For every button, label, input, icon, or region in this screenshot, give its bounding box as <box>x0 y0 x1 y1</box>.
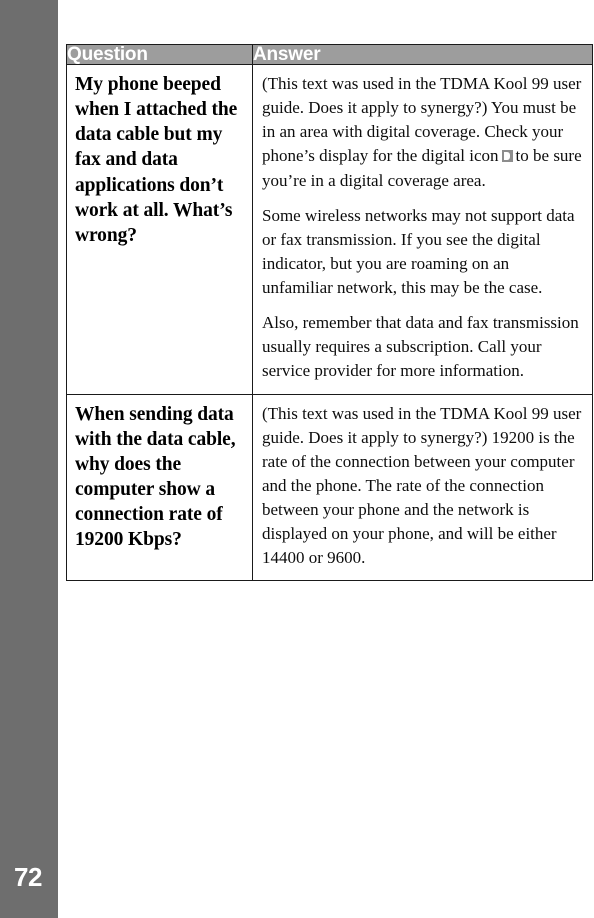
answer-cell: (This text was used in the TDMA Kool 99 … <box>252 64 593 395</box>
answer-paragraph: (This text was used in the TDMA Kool 99 … <box>262 72 582 193</box>
column-header-question: Question <box>66 44 253 65</box>
faq-table: Question Answer My phone beeped when I a… <box>66 44 593 582</box>
table-body: My phone beeped when I attached the data… <box>66 64 593 582</box>
column-header-answer: Answer <box>252 44 593 65</box>
question-cell: My phone beeped when I attached the data… <box>66 64 253 395</box>
question-cell: When sending data with the data cable, w… <box>66 393 253 582</box>
table-header: Question Answer <box>66 44 593 65</box>
answer-paragraph: Some wireless networks may not support d… <box>262 205 575 297</box>
page-edge-bar: 72 <box>0 0 58 918</box>
table-header-row: Question Answer <box>66 44 593 65</box>
page-number: 72 <box>14 862 42 892</box>
answer-paragraph: (This text was used in the TDMA Kool 99 … <box>262 403 582 568</box>
answer-paragraph: Also, remember that data and fax transmi… <box>262 313 579 381</box>
question-text: My phone beeped when I attached the data… <box>75 74 238 246</box>
question-text: When sending data with the data cable, w… <box>75 403 236 551</box>
answer-cell: (This text was used in the TDMA Kool 99 … <box>252 393 593 582</box>
table-row: My phone beeped when I attached the data… <box>66 64 593 395</box>
digital-coverage-icon <box>501 150 513 163</box>
table-row: When sending data with the data cable, w… <box>66 393 593 582</box>
